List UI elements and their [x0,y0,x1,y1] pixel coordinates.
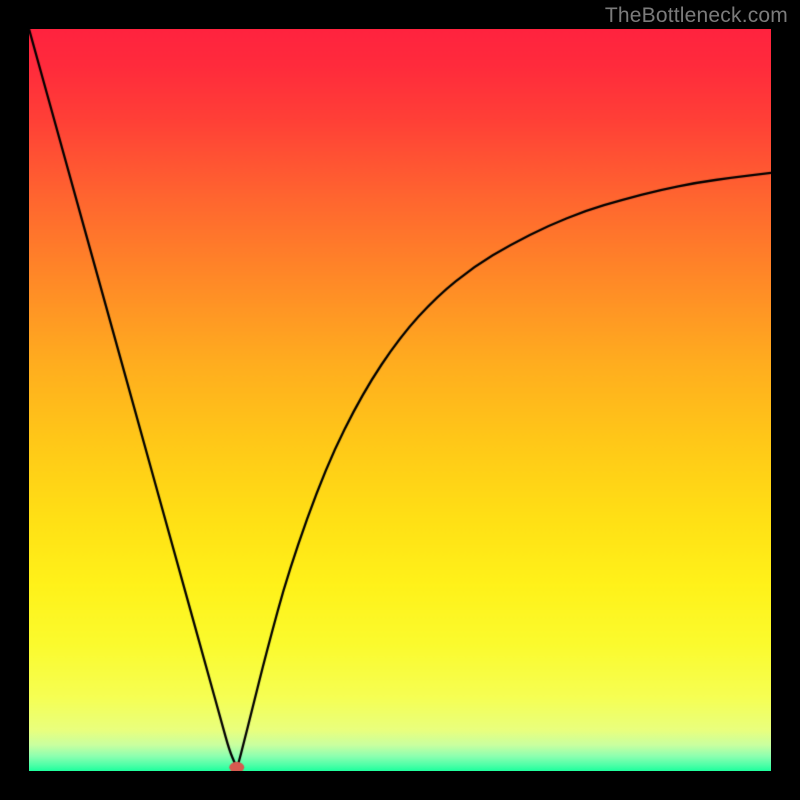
watermark-label: TheBottleneck.com [605,4,788,28]
chart-container: TheBottleneck.com [0,0,800,800]
bottleneck-curve-plot [29,29,771,771]
